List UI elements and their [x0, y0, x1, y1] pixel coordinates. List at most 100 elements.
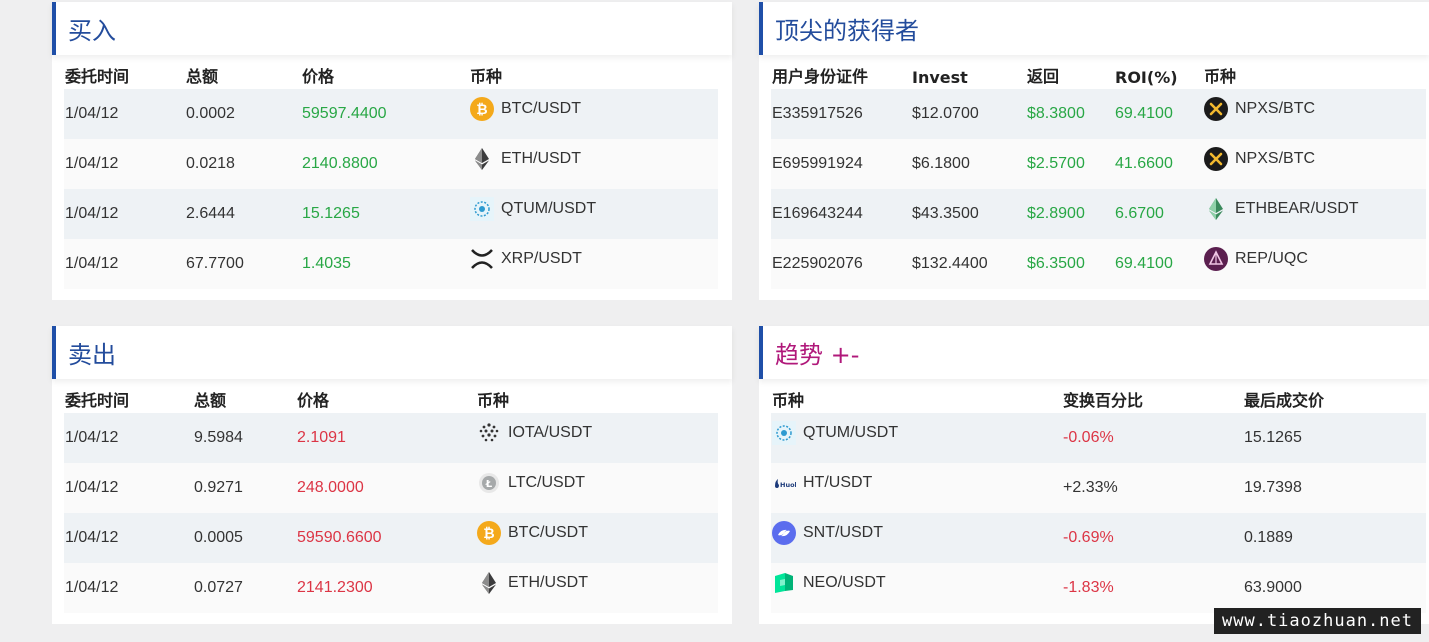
svg-text:₿: ₿ [483, 526, 494, 542]
coin-cell[interactable]: NPXS/BTC [1204, 96, 1316, 121]
coin-cell[interactable]: NPXS/BTC [1204, 146, 1316, 171]
huobi-icon: Huobi [775, 478, 796, 489]
coin-cell[interactable]: Ł LTC/USDT [477, 471, 585, 495]
table-row[interactable]: SNT/USDT -0.69% 0.1889 [771, 513, 1426, 563]
qtum-icon [772, 420, 796, 445]
top-gainers-header: 顶尖的获得者 [759, 2, 1429, 55]
npxs-icon [1204, 96, 1228, 121]
top-header-coin: 币种 [1204, 67, 1237, 86]
coin-pair: SNT/USDT [803, 523, 883, 541]
coin-pair: IOTA/USDT [508, 423, 593, 441]
coin-pair: NPXS/BTC [1235, 99, 1316, 117]
order-price: 59597.4400 [301, 89, 469, 139]
change-percent: -0.69% [1062, 513, 1243, 563]
svg-text:Ł: Ł [485, 479, 493, 490]
coin-cell[interactable]: Huobi HT/USDT [772, 471, 872, 495]
table-row[interactable]: E335917526 $12.0700 $8.3800 69.4100 NPXS… [771, 89, 1426, 139]
coin-cell[interactable]: ₿ BTC/USDT [477, 520, 588, 545]
user-id: E695991924 [771, 139, 911, 189]
coin-pair: NPXS/BTC [1235, 149, 1316, 167]
coin-cell[interactable]: ETHBEAR/USDT [1204, 197, 1359, 221]
coin-pair: NEO/USDT [803, 573, 886, 591]
order-time: 1/04/12 [64, 563, 193, 613]
buy-panel-header: 买入 [52, 2, 732, 55]
table-row[interactable]: QTUM/USDT -0.06% 15.1265 [771, 413, 1426, 463]
order-amount: 9.5984 [193, 413, 296, 463]
order-time: 1/04/12 [64, 413, 193, 463]
top-header-roi: ROI(%) [1115, 68, 1178, 87]
sell-header-price: 价格 [297, 391, 330, 410]
table-row[interactable]: NEO/USDT -1.83% 63.9000 [771, 563, 1426, 613]
order-time: 1/04/12 [64, 239, 185, 289]
coin-cell[interactable]: QTUM/USDT [772, 420, 899, 445]
buy-panel-title: 买入 [68, 17, 116, 45]
coin-cell[interactable]: IOTA/USDT [477, 421, 592, 445]
btc-icon: ₿ [477, 520, 501, 545]
coin-cell[interactable]: ₿ BTC/USDT [470, 96, 581, 121]
buy-header-price: 价格 [302, 67, 335, 86]
table-row[interactable]: 1/04/12 2.6444 15.1265 QTUM/USDT [64, 189, 718, 239]
coin-cell[interactable]: ETH/USDT [470, 147, 581, 171]
sell-table: 委托时间 总额 价格 币种 1/04/12 9.5984 2.1091 IOTA… [64, 379, 718, 613]
coin-cell[interactable]: REP/UQC [1204, 246, 1308, 271]
coin-cell[interactable]: XRP/USDT [470, 247, 582, 271]
roi-value: 69.4100 [1114, 89, 1203, 139]
table-row[interactable]: 1/04/12 0.0727 2141.2300 ETH/USDT [64, 563, 718, 613]
ltc-icon: Ł [479, 472, 499, 493]
table-row[interactable]: E695991924 $6.1800 $2.5700 41.6600 NPXS/… [771, 139, 1426, 189]
table-row[interactable]: 1/04/12 9.5984 2.1091 IOTA/USDT [64, 413, 718, 463]
coin-cell[interactable]: ETH/USDT [477, 571, 588, 595]
trend-panel: 趋势 +- 币种 变换百分比 最后成交价 QTUM/USDT -0.06% 15… [759, 326, 1429, 624]
table-row[interactable]: 1/04/12 0.9271 248.0000 Ł LTC/USDT [64, 463, 718, 513]
order-time: 1/04/12 [64, 89, 185, 139]
order-price: 2.1091 [296, 413, 476, 463]
top-gainers-panel: 顶尖的获得者 用户身份证件 Invest 返回 ROI(%) 币种 E33591… [759, 2, 1429, 300]
change-percent: +2.33% [1062, 463, 1243, 513]
svg-text:Huobi: Huobi [780, 481, 796, 489]
return-value: $2.8900 [1026, 189, 1114, 239]
table-row[interactable]: 1/04/12 0.0002 59597.4400 ₿ BTC/USDT [64, 89, 718, 139]
trend-panel-title: 趋势 +- [775, 341, 860, 369]
svg-text:₿: ₿ [476, 102, 487, 118]
coin-cell[interactable]: QTUM/USDT [470, 196, 596, 221]
roi-value: 6.6700 [1114, 189, 1203, 239]
coin-pair: QTUM/USDT [803, 423, 899, 441]
coin-pair: BTC/USDT [501, 99, 581, 117]
table-row[interactable]: E225902076 $132.4400 $6.3500 69.4100 REP… [771, 239, 1426, 289]
buy-header-coin: 币种 [470, 67, 503, 86]
order-price: 59590.6600 [296, 513, 476, 563]
coin-pair: ETHBEAR/USDT [1235, 199, 1359, 217]
order-price: 248.0000 [296, 463, 476, 513]
trend-header-last: 最后成交价 [1244, 391, 1325, 410]
table-row[interactable]: E169643244 $43.3500 $2.8900 6.6700 ETHBE… [771, 189, 1426, 239]
coin-pair: XRP/USDT [501, 249, 582, 267]
sell-panel: 卖出 委托时间 总额 价格 币种 1/04/12 9.5984 2.1091 I… [52, 326, 732, 624]
snt-icon [772, 520, 796, 545]
table-row[interactable]: Huobi HT/USDT +2.33% 19.7398 [771, 463, 1426, 513]
table-row[interactable]: 1/04/12 0.0218 2140.8800 ETH/USDT [64, 139, 718, 189]
last-price: 0.1889 [1243, 513, 1426, 563]
order-amount: 0.0727 [193, 563, 296, 613]
return-value: $8.3800 [1026, 89, 1114, 139]
sell-header-amount: 总额 [194, 391, 227, 410]
top-header-invest: Invest [912, 68, 968, 87]
table-row[interactable]: 1/04/12 67.7700 1.4035 XRP/USDT [64, 239, 718, 289]
table-row[interactable]: 1/04/12 0.0005 59590.6600 ₿ BTC/USDT [64, 513, 718, 563]
roi-value: 69.4100 [1114, 239, 1203, 289]
iota-icon [479, 422, 499, 441]
coin-cell[interactable]: SNT/USDT [772, 520, 883, 545]
trend-header-change: 变换百分比 [1063, 391, 1144, 410]
order-time: 1/04/12 [64, 139, 185, 189]
invest-value: $43.3500 [911, 189, 1026, 239]
trend-panel-header: 趋势 +- [759, 326, 1429, 379]
user-id: E335917526 [771, 89, 911, 139]
eth-icon [475, 147, 489, 170]
coin-cell[interactable]: NEO/USDT [772, 571, 886, 595]
sell-header-time: 委托时间 [65, 391, 130, 410]
last-price: 15.1265 [1243, 413, 1426, 463]
npxs-icon [1204, 146, 1228, 171]
user-id: E225902076 [771, 239, 911, 289]
invest-value: $12.0700 [911, 89, 1026, 139]
buy-header-time: 委托时间 [65, 67, 130, 86]
sell-panel-header: 卖出 [52, 326, 732, 379]
